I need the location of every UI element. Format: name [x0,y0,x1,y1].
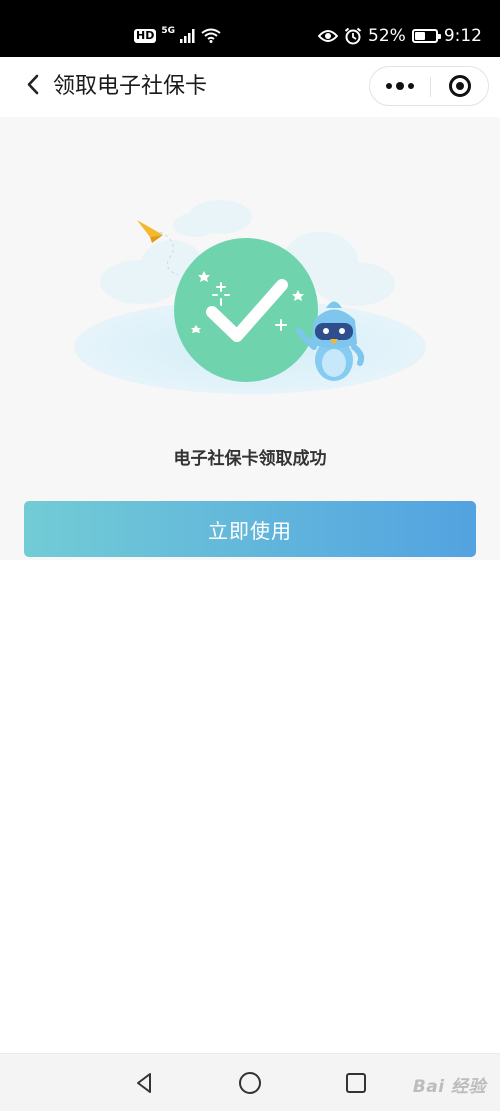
back-triangle-icon [137,1073,151,1093]
eye-icon [318,30,339,42]
hd-badge: HD [134,28,157,43]
battery-icon [411,29,441,43]
baidu-watermark: Bai 经验 [412,1077,486,1097]
paper-plane-icon [137,220,163,243]
success-illustration [74,200,426,394]
more-dots-icon [408,83,414,89]
more-button[interactable] [370,67,430,105]
close-target-dot [456,82,464,90]
page-title: 领取电子社保卡 [53,74,208,99]
back-chevron-icon [27,74,39,95]
alarm-icon [344,27,362,45]
back-button[interactable] [20,71,48,99]
close-target-icon [449,75,471,97]
success-message: 电子社保卡领取成功 [173,449,327,469]
success-panel: 电子社保卡领取成功 立即使用 [0,117,500,560]
signal-icon [180,28,195,43]
system-nav-bar: Bai 经验 [0,1053,500,1111]
home-circle-icon [239,1072,261,1094]
system-home-button[interactable] [235,1068,265,1098]
wifi-icon [201,28,221,43]
battery-fill [414,32,425,40]
status-right: 52% 9:12 [318,26,482,46]
status-left: HD 5G [134,25,221,43]
more-dots-icon [396,82,404,90]
system-back-button[interactable] [129,1068,159,1098]
recents-square-icon [346,1073,366,1093]
status-time: 9:12 [443,26,482,46]
system-recents-button[interactable] [341,1068,371,1098]
nav-bar: 领取电子社保卡 [0,57,500,117]
battery-percent: 52% [368,26,406,46]
network-label: 5G [161,25,175,36]
use-now-button[interactable]: 立即使用 [24,501,476,557]
mini-program-capsule [369,66,489,106]
more-dots-icon [386,83,392,89]
close-button[interactable] [431,67,489,105]
status-bar: HD 5G 52% 9:12 [0,0,500,57]
check-circle [174,238,318,382]
screen: HD 5G 52% 9:12 领取电子社保卡 电子社保卡领取成功 立即使用 Ba… [0,0,500,1111]
